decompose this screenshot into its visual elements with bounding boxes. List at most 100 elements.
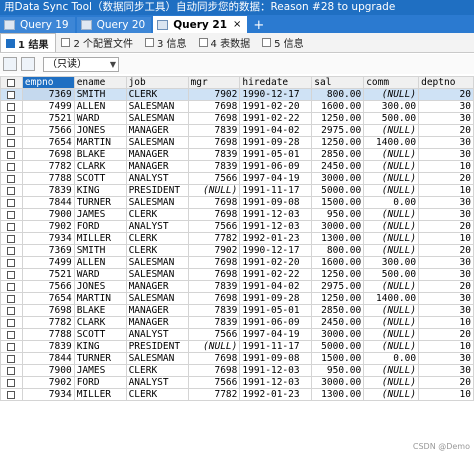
column-header-sal[interactable]: sal <box>311 76 365 89</box>
cell-mgr[interactable]: 7698 <box>187 256 241 269</box>
cell-sal[interactable]: 800.00 <box>311 88 365 101</box>
cell-sal[interactable]: 3000.00 <box>311 328 365 341</box>
table-row[interactable]: 7566 JONES MANAGER 7839 1991-04-02 2975.00 (NU… <box>0 280 474 293</box>
cell-comm[interactable]: (NULL) <box>363 172 420 185</box>
cell-deptno[interactable]: 30 <box>418 364 474 377</box>
cell-hiredate[interactable]: 1990-12-17 <box>239 88 313 101</box>
cell-ename[interactable]: BLAKE <box>73 148 127 161</box>
export-icon[interactable] <box>21 57 35 71</box>
cell-ename[interactable]: JAMES <box>73 208 127 221</box>
cell-sal[interactable]: 3000.00 <box>311 376 365 389</box>
cell-comm[interactable]: 1400.00 <box>363 136 420 149</box>
select-all-checkbox[interactable] <box>0 76 23 89</box>
cell-comm[interactable]: (NULL) <box>363 88 420 101</box>
cell-hiredate[interactable]: 1991-12-03 <box>239 220 313 233</box>
column-header-mgr[interactable]: mgr <box>187 76 241 89</box>
tab-results[interactable]: 1 结果 <box>0 33 57 52</box>
table-row[interactable]: 7934 MILLER CLERK 7782 1992-01-23 1300.00 (NUL… <box>0 232 474 245</box>
tab-info-2[interactable]: 5 信息 <box>257 33 311 52</box>
tab-table-data[interactable]: 4 表数据 <box>194 33 258 52</box>
cell-ename[interactable]: CLARK <box>73 160 127 173</box>
table-row[interactable]: 7521 WARD SALESMAN 7698 1991-02-22 1250.00 500… <box>0 268 474 281</box>
cell-comm[interactable]: (NULL) <box>363 328 420 341</box>
cell-sal[interactable]: 1500.00 <box>311 352 365 365</box>
cell-deptno[interactable]: 30 <box>418 148 474 161</box>
cell-comm[interactable]: (NULL) <box>363 184 420 197</box>
cell-ename[interactable]: JONES <box>73 124 127 137</box>
cell-hiredate[interactable]: 1991-06-09 <box>239 316 313 329</box>
cell-sal[interactable]: 1600.00 <box>311 256 365 269</box>
cell-job[interactable]: MANAGER <box>125 280 189 293</box>
table-row[interactable]: 7782 CLARK MANAGER 7839 1991-06-09 2450.00 (NU… <box>0 160 474 173</box>
cell-deptno[interactable]: 30 <box>418 196 474 209</box>
cell-empno[interactable]: 7782 <box>21 316 75 329</box>
cell-job[interactable]: SALESMAN <box>125 112 189 125</box>
table-row[interactable]: 7654 MARTIN SALESMAN 7698 1991-09-28 1250.00 1… <box>0 292 474 305</box>
table-row[interactable]: 7654 MARTIN SALESMAN 7698 1991-09-28 1250.00 1… <box>0 136 474 149</box>
row-checkbox[interactable] <box>0 388 23 401</box>
cell-ename[interactable]: MARTIN <box>73 292 127 305</box>
cell-hiredate[interactable]: 1991-09-08 <box>239 196 313 209</box>
cell-hiredate[interactable]: 1997-04-19 <box>239 328 313 341</box>
cell-mgr[interactable]: 7902 <box>187 244 241 257</box>
cell-deptno[interactable]: 30 <box>418 268 474 281</box>
cell-hiredate[interactable]: 1991-02-20 <box>239 256 313 269</box>
cell-mgr[interactable]: (NULL) <box>187 184 241 197</box>
cell-comm[interactable]: (NULL) <box>363 232 420 245</box>
cell-empno[interactable]: 7566 <box>21 124 75 137</box>
cell-sal[interactable]: 1600.00 <box>311 100 365 113</box>
cell-comm[interactable]: (NULL) <box>363 340 420 353</box>
cell-empno[interactable]: 7788 <box>21 328 75 341</box>
cell-deptno[interactable]: 20 <box>418 376 474 389</box>
cell-comm[interactable]: (NULL) <box>363 220 420 233</box>
cell-sal[interactable]: 950.00 <box>311 208 365 221</box>
cell-empno[interactable]: 7499 <box>21 256 75 269</box>
cell-sal[interactable]: 2975.00 <box>311 124 365 137</box>
cell-empno[interactable]: 7902 <box>21 376 75 389</box>
cell-mgr[interactable]: 7566 <box>187 376 241 389</box>
cell-hiredate[interactable]: 1991-09-28 <box>239 292 313 305</box>
cell-mgr[interactable]: (NULL) <box>187 340 241 353</box>
table-row[interactable]: 7844 TURNER SALESMAN 7698 1991-09-08 1500.00 0… <box>0 196 474 209</box>
cell-empno[interactable]: 7499 <box>21 100 75 113</box>
table-row[interactable]: 7900 JAMES CLERK 7698 1991-12-03 950.00 (NULL)… <box>0 208 474 221</box>
cell-empno[interactable]: 7566 <box>21 280 75 293</box>
row-checkbox[interactable] <box>0 160 23 173</box>
cell-deptno[interactable]: 20 <box>418 280 474 293</box>
cell-comm[interactable]: (NULL) <box>363 124 420 137</box>
cell-job[interactable]: SALESMAN <box>125 256 189 269</box>
cell-mgr[interactable]: 7698 <box>187 100 241 113</box>
cell-empno[interactable]: 7698 <box>21 304 75 317</box>
row-checkbox[interactable] <box>0 280 23 293</box>
cell-ename[interactable]: ALLEN <box>73 100 127 113</box>
cell-comm[interactable]: (NULL) <box>363 316 420 329</box>
add-tab-button[interactable]: + <box>249 17 270 33</box>
cell-sal[interactable]: 2975.00 <box>311 280 365 293</box>
cell-ename[interactable]: FORD <box>73 220 127 233</box>
cell-ename[interactable]: WARD <box>73 112 127 125</box>
row-checkbox[interactable] <box>0 100 23 113</box>
table-row[interactable]: 7788 SCOTT ANALYST 7566 1997-04-19 3000.00 (NU… <box>0 172 474 185</box>
cell-mgr[interactable]: 7566 <box>187 328 241 341</box>
cell-sal[interactable]: 5000.00 <box>311 340 365 353</box>
row-checkbox[interactable] <box>0 88 23 101</box>
row-checkbox[interactable] <box>0 268 23 281</box>
cell-ename[interactable]: MILLER <box>73 232 127 245</box>
cell-mgr[interactable]: 7839 <box>187 160 241 173</box>
cell-hiredate[interactable]: 1990-12-17 <box>239 244 313 257</box>
cell-sal[interactable]: 1500.00 <box>311 196 365 209</box>
cell-ename[interactable]: JONES <box>73 280 127 293</box>
cell-mgr[interactable]: 7698 <box>187 352 241 365</box>
table-row[interactable]: 7844 TURNER SALESMAN 7698 1991-09-08 1500.00 0… <box>0 352 474 365</box>
row-checkbox[interactable] <box>0 376 23 389</box>
cell-ename[interactable]: FORD <box>73 376 127 389</box>
tab-query-19[interactable]: Query 19 <box>0 17 75 33</box>
cell-empno[interactable]: 7654 <box>21 292 75 305</box>
row-checkbox[interactable] <box>0 184 23 197</box>
cell-hiredate[interactable]: 1991-11-17 <box>239 340 313 353</box>
cell-job[interactable]: CLERK <box>125 232 189 245</box>
close-icon[interactable]: × <box>233 19 241 30</box>
cell-deptno[interactable]: 10 <box>418 388 474 401</box>
cell-ename[interactable]: KING <box>73 184 127 197</box>
cell-mgr[interactable]: 7698 <box>187 136 241 149</box>
